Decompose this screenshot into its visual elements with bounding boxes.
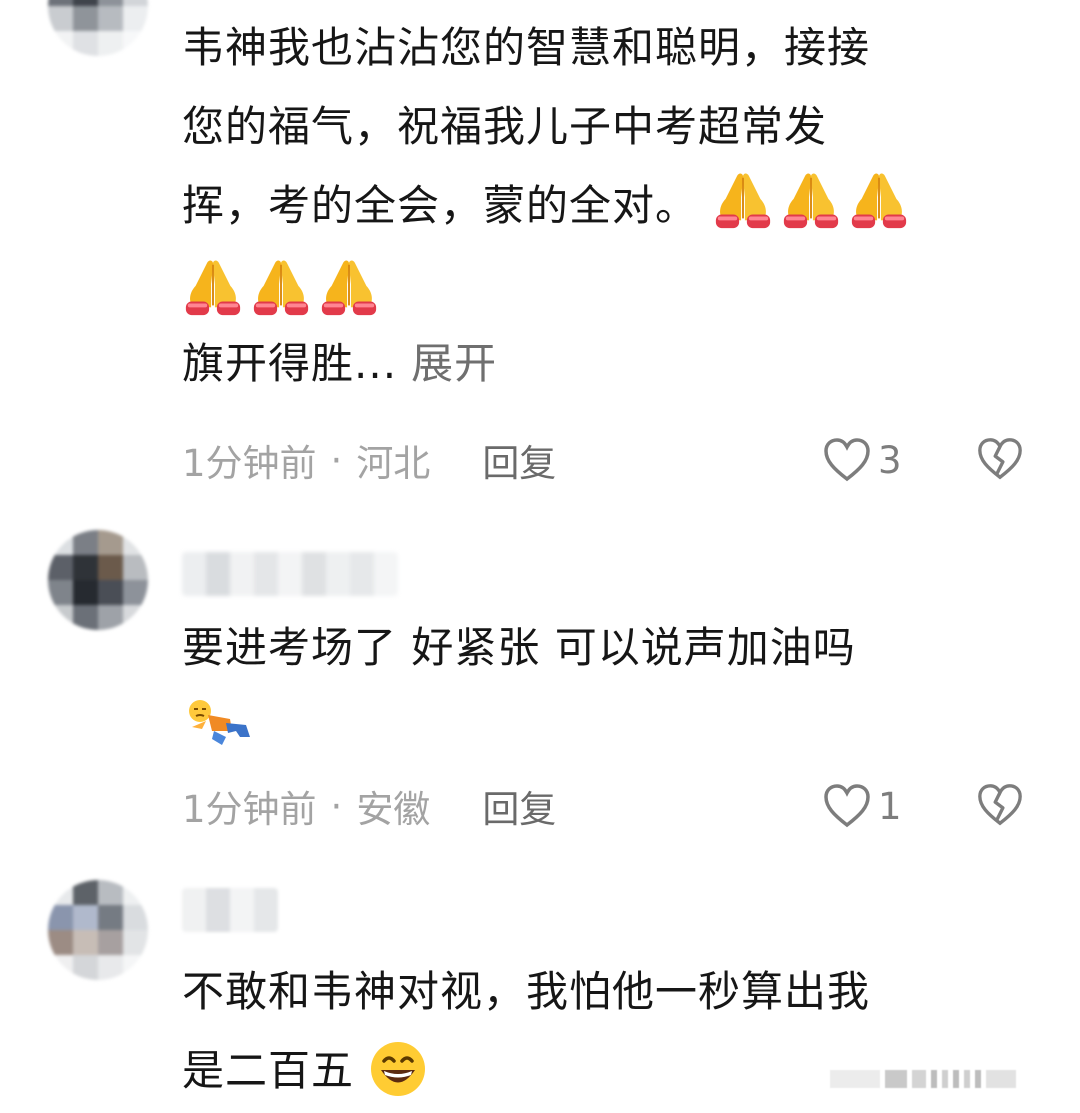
grinning-face-emoji-icon: [371, 1042, 426, 1096]
heart-outline-icon: [824, 438, 870, 482]
folded-hands-icon: [321, 260, 377, 316]
watermark: [830, 1068, 1054, 1090]
location: 安徽: [356, 788, 431, 831]
emoji-group: [182, 255, 380, 319]
comment-line: 是二百五: [182, 1046, 355, 1095]
avatar[interactable]: [48, 530, 148, 630]
timestamp: 1分钟前: [182, 442, 317, 485]
avatar[interactable]: [48, 880, 148, 980]
broken-heart-icon: [978, 438, 1022, 480]
separator-dot: ·: [330, 784, 343, 828]
folded-hands-icon: [784, 173, 839, 229]
reply-button[interactable]: 回复: [482, 779, 556, 833]
emoji-group: [712, 168, 910, 232]
reply-button[interactable]: 回复: [482, 433, 556, 487]
separator-dot: ·: [330, 438, 343, 482]
expand-link[interactable]: 展开: [411, 339, 497, 388]
like-button[interactable]: 3: [822, 437, 902, 483]
like-button[interactable]: 1: [822, 783, 902, 829]
comment-meta: 1分钟前 · 安徽 回复 1: [182, 776, 1022, 836]
comment-line: 您的福气，祝福我儿子中考超常发: [182, 102, 828, 151]
dislike-button[interactable]: [976, 782, 1024, 837]
lying-figure-emoji-icon: [189, 700, 250, 745]
comment-meta: 1分钟前 · 河北 回复 3: [182, 430, 1022, 490]
comment-line: 要进考场了 好紧张 可以说声加油吗: [182, 623, 856, 672]
comment-tail-text: 旗开得胜...: [182, 339, 398, 388]
username[interactable]: [182, 552, 398, 596]
comment-text: 要进考场了 好紧张 可以说声加油吗: [182, 608, 1012, 766]
location: 河北: [356, 442, 431, 485]
folded-hands-icon: [716, 173, 771, 229]
heart-outline-icon: [824, 784, 870, 828]
comment-line: 不敢和韦神对视，我怕他一秒算出我: [182, 967, 871, 1016]
avatar[interactable]: [48, 0, 148, 56]
like-count: 3: [878, 438, 902, 482]
username[interactable]: [182, 888, 278, 932]
folded-hands-icon: [852, 173, 907, 229]
dislike-button[interactable]: [976, 436, 1024, 491]
timestamp: 1分钟前: [182, 788, 317, 831]
folded-hands-icon: [253, 260, 309, 316]
comment-line: 挥，考的全会，蒙的全对。: [182, 181, 699, 230]
broken-heart-icon: [978, 784, 1022, 826]
comment-line: 韦神我也沾沾您的智慧和聪明，接接: [182, 23, 871, 72]
folded-hands-icon: [185, 260, 241, 316]
like-count: 1: [878, 784, 902, 828]
comment-text: 韦神我也沾沾您的智慧和聪明，接接 您的福气，祝福我儿子中考超常发 挥，考的全会，…: [182, 8, 1012, 403]
